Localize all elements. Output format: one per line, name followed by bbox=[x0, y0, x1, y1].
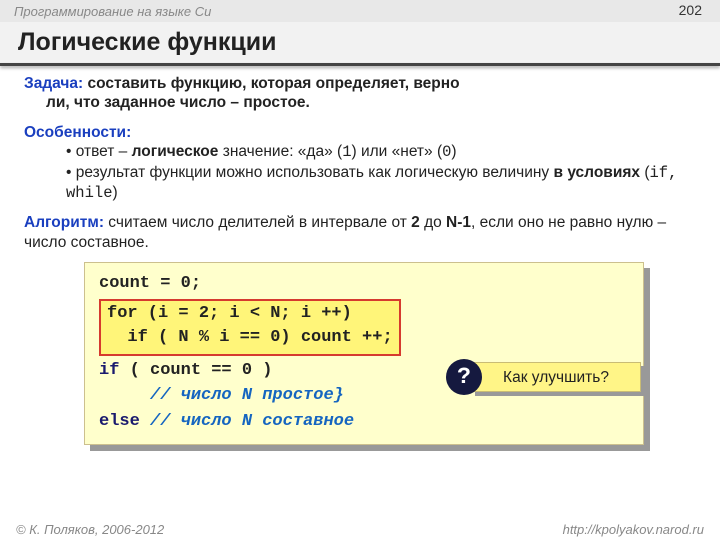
code-line: for (i = 2; i < N; i ++) bbox=[107, 302, 393, 327]
callout-text: Как улучшить? bbox=[503, 366, 609, 389]
code-block: count = 0; for (i = 2; i < N; i ++) if (… bbox=[84, 262, 644, 445]
content-area: Задача: составить функцию, которая опред… bbox=[0, 66, 720, 445]
course-name: Программирование на языке Си bbox=[14, 4, 211, 19]
highlighted-loop: for (i = 2; i < N; i ++) if ( N % i == 0… bbox=[99, 299, 401, 356]
page-number: 202 bbox=[679, 2, 702, 18]
list-item: ответ – логическое значение: «да» (1) ил… bbox=[66, 142, 696, 162]
code-line: else // число N составное bbox=[99, 409, 629, 435]
copyright: © К. Поляков, 2006-2012 bbox=[16, 522, 164, 537]
question-icon: ? bbox=[446, 359, 482, 395]
task-text-a: составить функцию, которая определяет, в… bbox=[88, 75, 460, 92]
task-block: Задача: составить функцию, которая опред… bbox=[24, 74, 696, 113]
code-line: count = 0; bbox=[99, 271, 629, 297]
callout-box: ? Как улучшить? bbox=[471, 362, 641, 392]
callout: ? Как улучшить? bbox=[471, 362, 641, 392]
algo-block: Алгоритм: считаем число делителей в инте… bbox=[24, 213, 696, 252]
features-list: ответ – логическое значение: «да» (1) ил… bbox=[24, 142, 696, 203]
code-box: count = 0; for (i = 2; i < N; i ++) if (… bbox=[84, 262, 644, 445]
slide-title: Логические функции bbox=[0, 22, 720, 63]
task-label: Задача: bbox=[24, 75, 83, 92]
list-item: результат функции можно использовать как… bbox=[66, 163, 696, 204]
header-strip: Программирование на языке Си bbox=[0, 0, 720, 22]
site-url: http://kpolyakov.narod.ru bbox=[563, 522, 704, 537]
footer: © К. Поляков, 2006-2012 http://kpolyakov… bbox=[0, 522, 720, 537]
task-text-b: ли, что заданное число – простое. bbox=[24, 93, 310, 112]
code-line: if ( N % i == 0) count ++; bbox=[107, 326, 393, 351]
features-block: Особенности: ответ – логическое значение… bbox=[24, 123, 696, 204]
algo-label: Алгоритм: bbox=[24, 214, 104, 231]
features-label: Особенности: bbox=[24, 123, 696, 142]
